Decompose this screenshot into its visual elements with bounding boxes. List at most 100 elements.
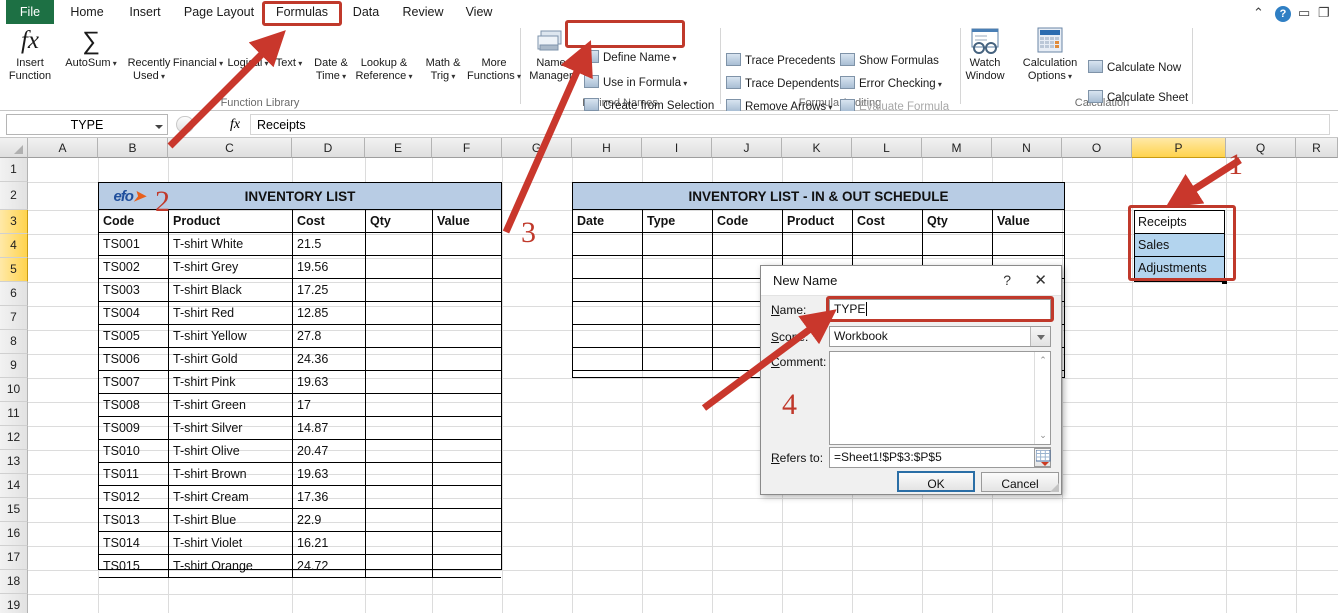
help-icon[interactable]: ?	[1275, 5, 1291, 22]
table-cell[interactable]	[366, 233, 433, 255]
column-header-cell[interactable]: Value	[993, 210, 1064, 232]
tab-review[interactable]: Review	[394, 0, 452, 24]
table-cell[interactable]: TS005	[99, 325, 169, 347]
table-cell[interactable]	[433, 486, 503, 508]
table-cell[interactable]: T-shirt Olive	[169, 440, 293, 462]
table-cell[interactable]	[366, 555, 433, 577]
formula-bar-buttons[interactable]	[174, 114, 220, 135]
comment-scrollbar[interactable]: ⌃ ⌄	[1034, 352, 1050, 444]
table-cell[interactable]: T-shirt Red	[169, 302, 293, 324]
table-cell[interactable]	[366, 348, 433, 370]
table-cell[interactable]	[366, 486, 433, 508]
table-cell[interactable]	[993, 233, 1064, 255]
table-cell[interactable]	[366, 440, 433, 462]
insert-function-icon[interactable]: fx	[222, 114, 248, 135]
table-cell[interactable]: TS015	[99, 555, 169, 577]
table-cell[interactable]	[433, 256, 503, 278]
column-header-cell[interactable]: Qty	[366, 210, 433, 232]
column-header-G[interactable]: G	[502, 138, 572, 158]
table-cell[interactable]	[366, 394, 433, 416]
tab-insert[interactable]: Insert	[118, 0, 172, 24]
chevron-down-icon[interactable]: ▾	[670, 54, 676, 63]
row-header-19[interactable]: 19	[0, 594, 28, 613]
row-header-3[interactable]: 3	[0, 210, 28, 234]
table-cell[interactable]: TS009	[99, 417, 169, 439]
chevron-down-icon[interactable]	[155, 125, 163, 129]
table-cell[interactable]: T-shirt White	[169, 233, 293, 255]
table-cell[interactable]: T-shirt Gold	[169, 348, 293, 370]
table-cell[interactable]	[573, 302, 643, 324]
table-cell[interactable]	[366, 279, 433, 301]
scope-select[interactable]: Workbook	[829, 326, 1051, 347]
ok-button[interactable]: OK	[897, 471, 975, 492]
table-cell[interactable]	[923, 233, 993, 255]
row-header-11[interactable]: 11	[0, 402, 28, 426]
column-header-cell[interactable]: Cost	[293, 210, 366, 232]
table-cell[interactable]	[573, 256, 643, 278]
column-header-cell[interactable]: Code	[713, 210, 783, 232]
tab-file[interactable]: File	[6, 0, 54, 24]
chevron-down-icon[interactable]	[1030, 327, 1050, 346]
table-cell[interactable]	[433, 325, 503, 347]
table-cell[interactable]	[573, 279, 643, 301]
column-header-J[interactable]: J	[712, 138, 782, 158]
table-cell[interactable]	[366, 463, 433, 485]
table-cell[interactable]	[853, 233, 923, 255]
table-cell[interactable]: 17	[293, 394, 366, 416]
text-button[interactable]: Text ▾	[268, 27, 310, 71]
tab-view[interactable]: View	[456, 0, 502, 24]
table-cell[interactable]	[783, 233, 853, 255]
table-cell[interactable]	[643, 325, 713, 347]
table-cell[interactable]: TS001	[99, 233, 169, 255]
table-cell[interactable]	[433, 555, 503, 577]
table-cell[interactable]: 17.36	[293, 486, 366, 508]
table-cell[interactable]	[433, 509, 503, 531]
lookup-reference-button[interactable]: Lookup & Reference ▾	[350, 27, 418, 83]
table-cell[interactable]	[433, 440, 503, 462]
tab-home[interactable]: Home	[60, 0, 114, 24]
table-cell[interactable]: 22.9	[293, 509, 366, 531]
table-cell[interactable]: TS008	[99, 394, 169, 416]
table-cell[interactable]	[643, 279, 713, 301]
table-cell[interactable]: 24.72	[293, 555, 366, 577]
restore-icon[interactable]: ❐	[1318, 5, 1330, 21]
define-name-button[interactable]: Define Name ▾	[584, 50, 676, 67]
chevron-down-icon[interactable]: ▾	[1066, 72, 1072, 81]
more-functions-button[interactable]: More Functions ▾	[462, 27, 526, 83]
column-header-O[interactable]: O	[1062, 138, 1132, 158]
watch-window-button[interactable]: Watch Window	[958, 27, 1012, 82]
row-header-12[interactable]: 12	[0, 426, 28, 450]
table-cell[interactable]: 21.5	[293, 233, 366, 255]
row-header-8[interactable]: 8	[0, 330, 28, 354]
column-header-H[interactable]: H	[572, 138, 642, 158]
table-cell[interactable]: TS002	[99, 256, 169, 278]
formula-input[interactable]: Receipts	[250, 114, 1330, 135]
table-cell[interactable]	[713, 233, 783, 255]
show-formulas-button[interactable]: Show Formulas	[840, 53, 939, 70]
chevron-down-icon[interactable]: ▾	[340, 72, 346, 81]
help-icon[interactable]: ?	[1003, 272, 1011, 288]
column-header-B[interactable]: B	[98, 138, 168, 158]
table-cell[interactable]: 27.8	[293, 325, 366, 347]
table-cell[interactable]: TS004	[99, 302, 169, 324]
table-cell[interactable]: T-shirt Blue	[169, 509, 293, 531]
column-header-cell[interactable]: Product	[783, 210, 853, 232]
resize-grip[interactable]	[1049, 482, 1059, 492]
column-header-N[interactable]: N	[992, 138, 1062, 158]
use-in-formula-button[interactable]: Use in Formula ▾	[584, 75, 687, 92]
calculate-sheet-button[interactable]: Calculate Sheet	[1088, 90, 1188, 107]
row-header-6[interactable]: 6	[0, 282, 28, 306]
autosum-button[interactable]: ∑ AutoSum ▾	[60, 27, 122, 71]
trace-precedents-button[interactable]: Trace Precedents	[726, 53, 835, 70]
column-header-D[interactable]: D	[292, 138, 365, 158]
range-selector-icon[interactable]	[1034, 448, 1051, 467]
column-header-L[interactable]: L	[852, 138, 922, 158]
tab-data[interactable]: Data	[344, 0, 388, 24]
table-cell[interactable]: TS014	[99, 532, 169, 554]
comment-textarea[interactable]: ⌃ ⌄	[829, 351, 1051, 445]
table-cell[interactable]: T-shirt Silver	[169, 417, 293, 439]
cancel-entry-icon[interactable]	[176, 116, 194, 133]
scroll-up-icon[interactable]: ⌃	[1035, 353, 1051, 368]
table-cell[interactable]	[433, 463, 503, 485]
scroll-down-icon[interactable]: ⌄	[1035, 428, 1051, 443]
